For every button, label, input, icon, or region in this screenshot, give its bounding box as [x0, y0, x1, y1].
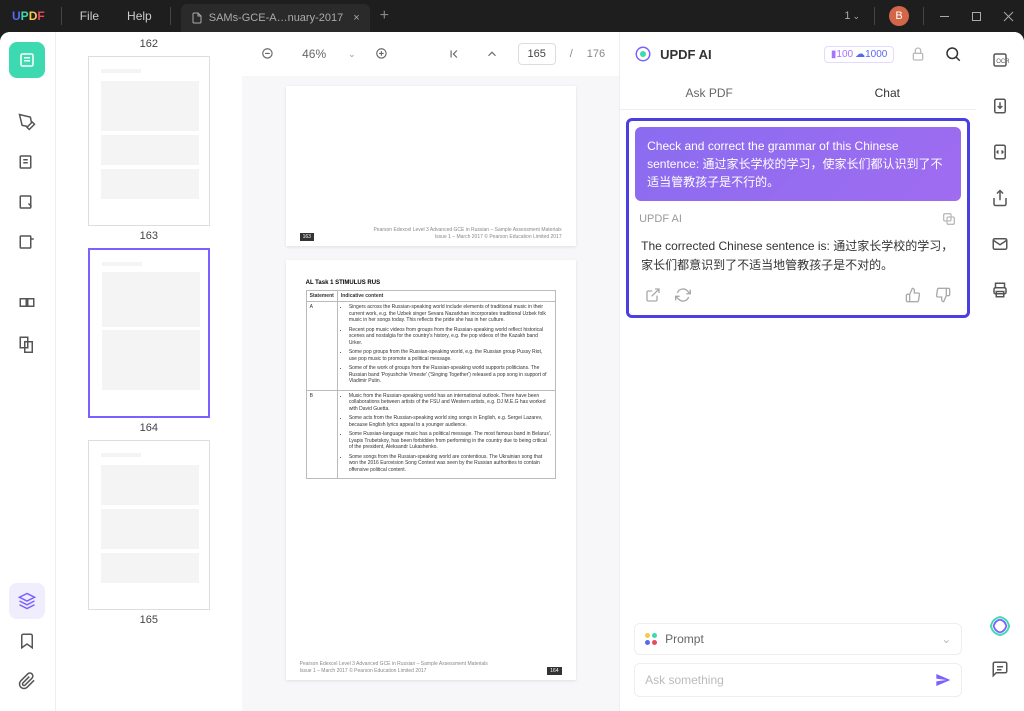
thumb-page-label: 162 — [140, 38, 158, 50]
attachment-button[interactable] — [9, 663, 45, 699]
copy-icon[interactable] — [941, 211, 957, 227]
search-icon[interactable] — [944, 45, 962, 63]
zoom-in-button[interactable] — [370, 42, 394, 66]
page-thumbnail[interactable] — [88, 56, 210, 226]
zoom-caret-icon[interactable]: ⌄ — [348, 49, 356, 60]
tab-ask-pdf[interactable]: Ask PDF — [620, 76, 798, 109]
annotation-tool-button[interactable] — [9, 144, 45, 180]
page-footer: Pearson Edexcel Level 3 Advanced GCE in … — [300, 227, 562, 240]
edit-tool-button[interactable] — [9, 184, 45, 220]
close-tab-button[interactable]: × — [353, 12, 359, 24]
conversation-highlight: Check and correct the grammar of this Ch… — [626, 118, 970, 318]
maximize-button[interactable] — [960, 0, 992, 32]
app-logo: UPDF — [0, 9, 57, 23]
page-thumbnail[interactable] — [88, 440, 210, 610]
layers-button[interactable] — [9, 583, 45, 619]
lock-icon — [910, 46, 926, 62]
ai-logo-icon — [634, 45, 652, 63]
svg-text:OCR: OCR — [996, 59, 1009, 65]
page-footer: Pearson Edexcel Level 3 Advanced GCE in … — [300, 661, 562, 674]
regenerate-icon[interactable] — [675, 287, 691, 303]
ai-sender-label: UPDF AI — [639, 213, 941, 225]
page-number-input[interactable] — [518, 43, 556, 65]
tab-chat[interactable]: Chat — [798, 76, 976, 109]
add-tab-button[interactable]: + — [380, 7, 389, 25]
thumb-page-label: 164 — [140, 422, 158, 434]
compare-button[interactable] — [9, 326, 45, 362]
reader-mode-button[interactable] — [9, 42, 45, 78]
chat-input[interactable]: Ask something — [634, 663, 962, 697]
export-button[interactable] — [986, 92, 1014, 120]
thumb-page-label: 163 — [140, 230, 158, 242]
right-toolbar: OCR — [976, 32, 1024, 711]
tab-layout-switch[interactable]: 1 ⌄ — [834, 10, 870, 22]
highlight-tool-button[interactable] — [9, 104, 45, 140]
form-tool-button[interactable] — [9, 224, 45, 260]
thumbnail-panel: 162 163 164 165 — [56, 32, 243, 711]
convert-button[interactable] — [986, 138, 1014, 166]
ai-title: UPDF AI — [660, 47, 816, 62]
document-tab[interactable]: SAMs-GCE-A…nuary-2017 × — [181, 4, 370, 32]
zoom-value: 46% — [294, 47, 334, 61]
thumbs-up-icon[interactable] — [905, 287, 921, 303]
chevron-down-icon: ⌄ — [941, 632, 951, 646]
message-actions — [635, 281, 961, 309]
ai-tabs: Ask PDF Chat — [620, 76, 976, 110]
document-viewer: 46% ⌄ / 176 163 Pearson Edexcel Level 3 … — [242, 32, 619, 711]
page-total: 176 — [587, 48, 605, 60]
pdf-page[interactable]: AL Task 1 STIMULUS RUS StatementIndicati… — [286, 260, 576, 680]
viewer-toolbar: 46% ⌄ / 176 — [242, 32, 619, 76]
ocr-button[interactable]: OCR — [986, 46, 1014, 74]
input-placeholder: Ask something — [645, 673, 935, 687]
close-button[interactable] — [992, 0, 1024, 32]
credit-display[interactable]: ▮100 ☁1000 — [824, 46, 894, 63]
ai-header: UPDF AI ▮100 ☁1000 — [620, 32, 976, 76]
pdf-page[interactable]: 163 Pearson Edexcel Level 3 Advanced GCE… — [286, 86, 576, 246]
ai-assistant-icon[interactable] — [989, 615, 1011, 637]
thumb-page-label: 165 — [140, 614, 158, 626]
task-title: AL Task 1 STIMULUS RUS — [306, 280, 380, 286]
page-thumbnail[interactable] — [88, 248, 210, 418]
email-button[interactable] — [986, 230, 1014, 258]
titlebar: UPDF File Help SAMs-GCE-A…nuary-2017 × +… — [0, 0, 1024, 32]
tab-title: SAMs-GCE-A…nuary-2017 — [209, 12, 344, 24]
thumbs-down-icon[interactable] — [935, 287, 951, 303]
user-message: Check and correct the grammar of this Ch… — [635, 127, 961, 201]
chat-history-button[interactable] — [986, 655, 1014, 683]
minimize-button[interactable] — [928, 0, 960, 32]
avatar[interactable]: B — [889, 6, 909, 26]
organize-pages-button[interactable] — [9, 286, 45, 322]
content-table: StatementIndicative content A Singers ac… — [306, 290, 556, 479]
share-button[interactable] — [986, 184, 1014, 212]
prompt-dots-icon — [645, 633, 657, 645]
print-button[interactable] — [986, 276, 1014, 304]
left-toolbar — [0, 32, 56, 711]
document-icon — [191, 12, 203, 24]
prev-page-button[interactable] — [480, 42, 504, 66]
ai-panel: UPDF AI ▮100 ☁1000 Ask PDF Chat Check an… — [619, 32, 976, 711]
menu-file[interactable]: File — [66, 0, 113, 32]
ai-message: The corrected Chinese sentence is: 通过家长学… — [635, 233, 961, 281]
prompt-templates-button[interactable]: Prompt ⌄ — [634, 623, 962, 655]
external-link-icon[interactable] — [645, 287, 661, 303]
send-icon[interactable] — [935, 672, 951, 688]
bookmark-button[interactable] — [9, 623, 45, 659]
first-page-button[interactable] — [442, 42, 466, 66]
menu-help[interactable]: Help — [113, 0, 166, 32]
page-separator: / — [570, 48, 573, 60]
zoom-out-button[interactable] — [256, 42, 280, 66]
